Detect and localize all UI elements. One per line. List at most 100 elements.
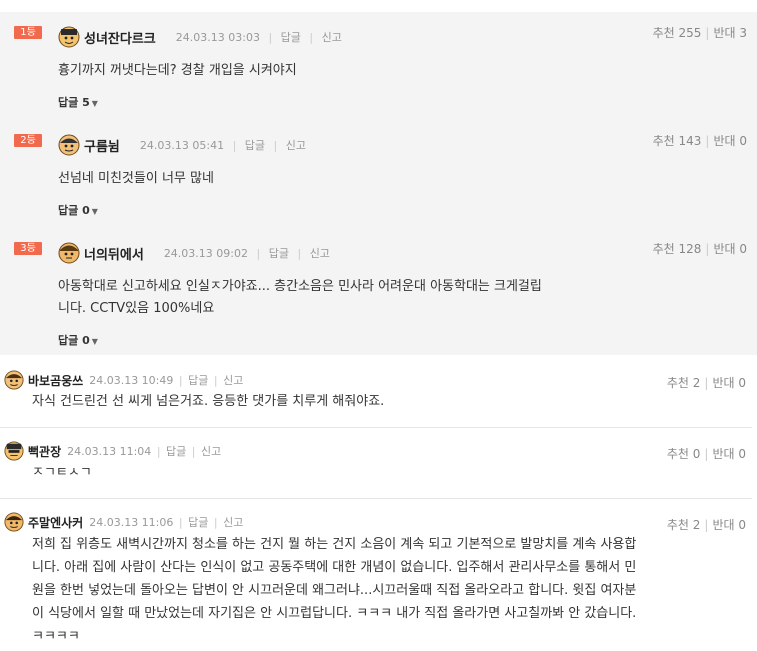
report-link[interactable]: 신고 [223, 516, 243, 529]
avatar-icon[interactable] [4, 441, 24, 461]
comment-text-line: 원을 한번 넣었는데 돌아오는 답변이 안 시끄러운데 왜그러냐...시끄러울때… [32, 583, 637, 598]
avatar-icon[interactable] [4, 512, 24, 532]
downvote-count: 0 [738, 518, 746, 532]
reply-link[interactable]: 답글 [166, 445, 186, 458]
downvote-count: 0 [739, 134, 747, 148]
comment-date: 24.03.13 10:49 [89, 374, 174, 387]
vote-box: 추천 2 | 반대 0 [666, 518, 746, 532]
downvote-count: 0 [738, 447, 746, 461]
comment-text-line: 아동학대로 신고하세요 인실ㅈ가야죠... 층간소음은 민사라 어려운대 아동학… [58, 279, 542, 294]
comment-meta: 24.03.13 03:03 | 답글 | 신고 [176, 29, 342, 45]
divider: | [178, 374, 183, 387]
report-link[interactable]: 신고 [310, 247, 330, 260]
divider: | [273, 139, 278, 152]
comment-text-line: ㅋㅋㅋㅋ [32, 629, 80, 644]
best-comments-section: 1등 성녀잔다르크 24.03.13 03:03 | 답글 | 신고 추천 25… [0, 12, 757, 355]
report-link[interactable]: 신고 [286, 139, 306, 152]
reply-link[interactable]: 답글 [245, 139, 265, 152]
caret-down-icon: ▼ [91, 99, 98, 108]
upvote-count: 2 [692, 518, 701, 532]
upvote-count: 255 [678, 26, 702, 40]
avatar-icon[interactable] [58, 134, 80, 156]
comment-date: 24.03.13 03:03 [175, 31, 260, 44]
comment-date: 24.03.13 09:02 [163, 247, 248, 260]
report-link[interactable]: 신고 [322, 31, 342, 44]
avatar-icon[interactable] [4, 370, 24, 390]
comment-text: 아동학대로 신고하세요 인실ㅈ가야죠... 층간소음은 민사라 어려운대 아동학… [58, 276, 618, 320]
upvote-count: 143 [678, 134, 702, 148]
vote-box: 추천 143 | 반대 0 [652, 134, 747, 148]
comment-header: 주말엔사커 24.03.13 11:06 | 답글 | 신고 [4, 511, 243, 533]
avatar-icon[interactable] [58, 26, 80, 48]
nickname[interactable]: 성녀잔다르크 [84, 28, 156, 47]
comment-item: 주말엔사커 24.03.13 11:06 | 답글 | 신고 추천 2 | 반대 0… [0, 507, 752, 651]
rank-badge: 1등 [14, 26, 42, 39]
comment-text: 흉기까지 꺼냇다는데? 경찰 개입을 시켜야지 [58, 63, 297, 78]
divider: | [213, 516, 218, 529]
upvote-button[interactable]: 추천 128 [653, 242, 702, 256]
downvote-button[interactable]: 반대 0 [712, 447, 746, 461]
reply-link[interactable]: 답글 [281, 31, 301, 44]
downvote-button[interactable]: 반대 3 [713, 26, 747, 40]
downvote-button[interactable]: 반대 0 [712, 518, 746, 532]
nickname[interactable]: 주말엔사커 [28, 514, 83, 531]
divider: | [256, 247, 261, 260]
divider: | [297, 247, 302, 260]
downvote-button[interactable]: 반대 0 [713, 242, 747, 256]
divider: | [191, 445, 196, 458]
upvote-button[interactable]: 추천 143 [653, 134, 702, 148]
upvote-button[interactable]: 추천 2 [667, 518, 701, 532]
comment-header: 너의뒤에서 24.03.13 09:02 | 답글 | 신고 [58, 240, 330, 266]
comment-meta: 24.03.13 11:04 | 답글 | 신고 [67, 443, 221, 459]
rank-badge: 3등 [14, 242, 42, 255]
nickname[interactable]: 바보곰웅쓰 [28, 372, 83, 389]
best-comment-2: 2등 구름뉨 24.03.13 05:41 | 답글 | 신고 추천 143 | 반… [0, 120, 757, 228]
best-comment-1: 1등 성녀잔다르크 24.03.13 03:03 | 답글 | 신고 추천 25… [0, 12, 757, 120]
comment-meta: 24.03.13 11:06 | 답글 | 신고 [89, 514, 243, 530]
comment-text-line: 이 식당에서 일할 때 만났었는데 자기집은 안 시끄럽답니다. ㅋㅋㅋ 내가 … [32, 606, 637, 621]
avatar-icon[interactable] [58, 242, 80, 264]
vote-box: 추천 255 | 반대 3 [652, 26, 747, 40]
reply-link[interactable]: 답글 [188, 516, 208, 529]
comment-text-line: 저희 집 위층도 새벽시간까지 청소를 하는 건지 뭘 하는 건지 소음이 계속… [32, 537, 637, 552]
replies-toggle[interactable]: 답글 5 ▼ [58, 94, 98, 110]
reply-link[interactable]: 답글 [269, 247, 289, 260]
replies-toggle[interactable]: 답글 0 ▼ [58, 332, 98, 348]
comment-meta: 24.03.13 09:02 | 답글 | 신고 [164, 245, 330, 261]
nickname[interactable]: 너의뒤에서 [84, 244, 144, 263]
report-link[interactable]: 신고 [201, 445, 221, 458]
replies-toggle[interactable]: 답글 0 ▼ [58, 202, 98, 218]
upvote-count: 2 [692, 376, 701, 390]
upvote-button[interactable]: 추천 2 [667, 376, 701, 390]
upvote-button[interactable]: 추천 255 [653, 26, 702, 40]
nickname[interactable]: 구름뉨 [84, 136, 120, 155]
report-link[interactable]: 신고 [223, 374, 243, 387]
divider: | [213, 374, 218, 387]
vote-box: 추천 0 | 반대 0 [666, 447, 746, 461]
downvote-button[interactable]: 반대 0 [712, 376, 746, 390]
divider: | [178, 516, 183, 529]
comment-date: 24.03.13 11:04 [67, 445, 152, 458]
best-comment-3: 3등 너의뒤에서 24.03.13 09:02 | 답글 | 신고 추천 128… [0, 228, 757, 355]
downvote-button[interactable]: 반대 0 [713, 134, 747, 148]
upvote-count: 0 [692, 447, 701, 461]
comment-header: 성녀잔다르크 24.03.13 03:03 | 답글 | 신고 [58, 24, 342, 50]
downvote-count: 3 [739, 26, 747, 40]
reply-link[interactable]: 답글 [188, 374, 208, 387]
divider: | [156, 445, 161, 458]
comment-date: 24.03.13 11:06 [89, 516, 174, 529]
comment-text: ㅈㄱㅌㅅㄱ [32, 465, 92, 480]
downvote-count: 0 [738, 376, 746, 390]
comment-text-line: 니다. 아래 집에 사람이 산다는 인식이 없고 공동주택에 대한 개념이 없습… [32, 560, 637, 575]
vote-box: 추천 128 | 반대 0 [652, 242, 747, 256]
comment-header: 바보곰웅쓰 24.03.13 10:49 | 답글 | 신고 [4, 369, 243, 391]
upvote-button[interactable]: 추천 0 [667, 447, 701, 461]
upvote-count: 128 [678, 242, 702, 256]
comment-text: 저희 집 위층도 새벽시간까지 청소를 하는 건지 뭘 하는 건지 소음이 계속… [32, 533, 752, 648]
nickname[interactable]: 뻑관장 [28, 443, 61, 460]
comment-item: 바보곰웅쓰 24.03.13 10:49 | 답글 | 신고 추천 2 | 반대 0… [0, 365, 752, 428]
caret-down-icon: ▼ [91, 207, 98, 216]
comment-text-line: 니다. CCTV있음 100%네요 [58, 301, 215, 316]
divider: | [232, 139, 237, 152]
caret-down-icon: ▼ [91, 337, 98, 346]
